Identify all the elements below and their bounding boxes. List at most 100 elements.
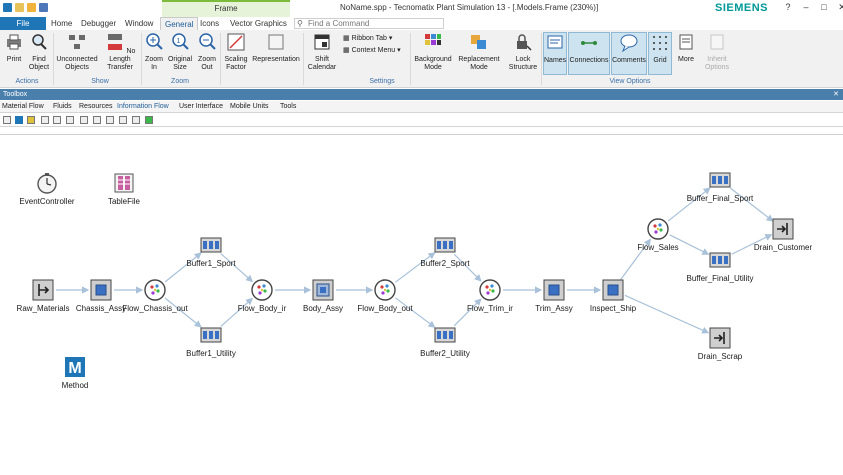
close-button[interactable]: ✕ <box>836 2 843 13</box>
tab-resources[interactable]: Resources <box>78 102 113 112</box>
background-mode-button[interactable]: Background Mode <box>412 32 454 72</box>
group-view-options: View Options <box>609 78 651 85</box>
names-icon <box>547 35 563 49</box>
lock-icon <box>517 34 532 51</box>
toolbox-close-button[interactable]: ✕ <box>833 89 839 100</box>
unconnected-objects-button[interactable]: Unconnected Objects <box>56 32 98 72</box>
new-file-icon[interactable] <box>15 3 24 12</box>
interface-tool-icon[interactable] <box>132 116 140 124</box>
tab-fluids[interactable]: Fluids <box>52 102 73 112</box>
grid-toggle[interactable]: Grid <box>648 32 672 75</box>
svg-text:M: M <box>68 360 81 377</box>
model-object-drain-scrap[interactable]: Drain_Scrap <box>670 327 770 361</box>
tab-user-interface[interactable]: User Interface <box>178 102 224 112</box>
buffer-icon <box>709 249 731 271</box>
inherit-options-button[interactable]: Inherit Options <box>700 32 734 72</box>
command-search-input[interactable]: ⚲ Find a Command <box>294 18 444 29</box>
model-object-flow-body-out[interactable]: Flow_Body_out <box>335 279 435 313</box>
tab-vector-graphics[interactable]: Vector Graphics <box>226 17 291 30</box>
model-object-label: Inspect_Ship <box>589 304 637 313</box>
transfer-icon <box>107 34 122 50</box>
tab-material-flow[interactable]: Material Flow <box>1 102 45 112</box>
connections-icon <box>581 41 597 45</box>
model-object-flow-chassis-out[interactable]: Flow_Chassis_out <box>105 279 205 313</box>
pointer-icon[interactable] <box>3 116 11 124</box>
tab-mobile-units[interactable]: Mobile Units <box>229 102 270 112</box>
tab-home[interactable]: Home <box>47 17 76 30</box>
tab-icons[interactable]: Icons <box>196 17 223 30</box>
print-button[interactable]: Print <box>3 32 25 64</box>
scaling-factor-button[interactable]: Scaling Factor <box>222 32 250 72</box>
lock-structure-button[interactable]: Lock Structure <box>505 32 541 72</box>
list-tool-icon[interactable] <box>53 116 61 124</box>
model-object-buffer-final-utility[interactable]: Buffer_Final_Utility <box>670 249 770 283</box>
event-controller-icon <box>36 172 58 194</box>
zoom-in-button[interactable]: Zoom In <box>143 32 165 72</box>
model-object-flow-sales[interactable]: Flow_Sales <box>608 218 708 252</box>
tab-debugger[interactable]: Debugger <box>77 17 120 30</box>
queue-tool-icon[interactable] <box>80 116 88 124</box>
method-tool-icon[interactable] <box>15 116 23 124</box>
model-object-label: Buffer_Final_Utility <box>686 274 754 283</box>
stack-tool-icon[interactable] <box>66 116 74 124</box>
save-icon[interactable] <box>39 3 48 12</box>
buffer-icon <box>434 234 456 256</box>
table-tool-icon[interactable] <box>41 116 49 124</box>
zoom-out-button[interactable]: Zoom Out <box>196 32 218 72</box>
maximize-button[interactable]: □ <box>818 2 830 13</box>
tab-general[interactable]: General <box>160 17 199 30</box>
replacement-mode-button[interactable]: Replacement Mode <box>455 32 503 72</box>
comments-toggle[interactable]: Comments <box>611 32 647 75</box>
drain-icon <box>772 218 794 240</box>
original-size-button[interactable]: 1 Original Size <box>166 32 194 72</box>
model-object-buffer-final-sport[interactable]: Buffer_Final_Sport <box>670 169 770 203</box>
tab-tools[interactable]: Tools <box>279 102 297 112</box>
more-button[interactable]: More <box>674 32 698 64</box>
grid-icon <box>653 36 667 50</box>
flow-control-tool-icon[interactable] <box>145 116 153 124</box>
context-menu-dropdown[interactable]: ▦ Context Menu ▾ <box>343 46 401 55</box>
title-bar: Frame NoName.spp - Tecnomatix Plant Simu… <box>0 0 843 17</box>
model-object-drain-customer[interactable]: Drain_Customer <box>733 218 833 252</box>
app-icon[interactable] <box>3 3 12 12</box>
minimize-button[interactable]: – <box>800 2 812 13</box>
connections-toggle[interactable]: Connections <box>568 32 610 75</box>
zoom-out-icon <box>199 33 216 50</box>
model-object-tablefile[interactable]: TableFile <box>74 172 174 206</box>
no-length-transfer-button[interactable]: No Length Transfer <box>100 32 140 72</box>
document-title: NoName.spp - Tecnomatix Plant Simulation… <box>340 3 599 12</box>
quick-access-toolbar <box>3 3 48 12</box>
model-object-method[interactable]: M Method <box>25 356 125 390</box>
group-show: Show <box>91 78 109 85</box>
table-icon <box>113 172 135 194</box>
generator-tool-icon[interactable] <box>119 116 127 124</box>
inherit-icon <box>710 34 724 50</box>
svg-text:1: 1 <box>177 38 181 45</box>
drain-icon <box>709 327 731 349</box>
model-object-inspect-ship[interactable]: Inspect_Ship <box>563 279 663 313</box>
representation-button[interactable]: Representation <box>251 32 301 64</box>
model-object-buffer2-utility[interactable]: Buffer2_Utility <box>395 324 495 358</box>
model-object-label: Buffer1_Sport <box>186 259 236 268</box>
tab-file[interactable]: File <box>0 17 46 30</box>
palette-icon <box>425 34 441 45</box>
model-object-buffer1-utility[interactable]: Buffer1_Utility <box>161 324 261 358</box>
names-toggle[interactable]: Names <box>543 32 567 75</box>
ribbon-tab-dropdown[interactable]: ▦ Ribbon Tab ▾ <box>343 34 392 43</box>
model-object-label: Flow_Body_out <box>357 304 413 313</box>
card-file-tool-icon[interactable] <box>93 116 101 124</box>
model-object-buffer1-sport[interactable]: Buffer1_Sport <box>161 234 261 268</box>
tab-window[interactable]: Window <box>121 17 157 30</box>
trigger-tool-icon[interactable] <box>106 116 114 124</box>
find-object-button[interactable]: Find Object <box>27 32 51 72</box>
help-button[interactable]: ? <box>782 2 794 13</box>
model-object-buffer2-sport[interactable]: Buffer2_Sport <box>395 234 495 268</box>
variable-tool-icon[interactable] <box>27 116 35 124</box>
tab-information-flow[interactable]: Information Flow <box>116 102 170 112</box>
frame-canvas[interactable]: EventController TableFile M Method Raw_Mater… <box>0 134 843 474</box>
ribbon-tab-bar: File Home Debugger Window General Icons … <box>0 17 843 30</box>
open-folder-icon[interactable] <box>27 3 36 12</box>
ribbon: Print Find Object Actions Unconnected Ob… <box>0 30 843 88</box>
buffer-icon <box>200 234 222 256</box>
shift-calendar-button[interactable]: Shift Calendar <box>305 32 339 72</box>
